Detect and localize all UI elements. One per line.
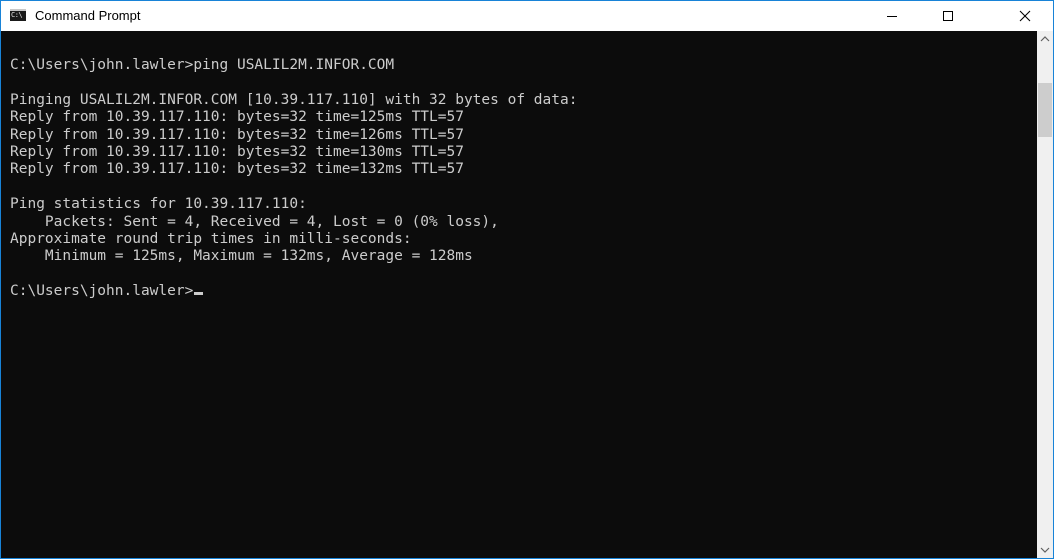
console-line: Minimum = 125ms, Maximum = 132ms, Averag… [10, 248, 473, 265]
console-line: Reply from 10.39.117.110: bytes=32 time=… [10, 109, 464, 126]
maximize-button[interactable] [925, 1, 971, 31]
command-prompt-window: C:\ Command Prompt C:\Users\john.lawler>… [0, 0, 1054, 559]
cmd-icon-label: C:\ [11, 11, 23, 19]
console-prompt: C:\Users\john.lawler> [10, 283, 194, 300]
console-line: Reply from 10.39.117.110: bytes=32 time=… [10, 161, 464, 178]
vertical-scrollbar[interactable] [1037, 31, 1053, 558]
window-title: Command Prompt [35, 8, 141, 23]
console-line: Approximate round trip times in milli-se… [10, 230, 412, 247]
console-line: Ping statistics for 10.39.117.110: [10, 196, 307, 213]
maximize-icon [943, 11, 953, 21]
console-line: Reply from 10.39.117.110: bytes=32 time=… [10, 143, 464, 160]
console-output[interactable]: C:\Users\john.lawler>ping USALIL2M.INFOR… [10, 57, 577, 300]
minimize-icon [887, 16, 897, 17]
text-cursor [194, 292, 204, 296]
scroll-thumb[interactable] [1038, 83, 1052, 137]
minimize-button[interactable] [869, 1, 915, 31]
cmd-icon[interactable]: C:\ [10, 9, 26, 21]
console-line: C:\Users\john.lawler>ping USALIL2M.INFOR… [10, 57, 395, 73]
scroll-up-arrow-icon[interactable] [1037, 31, 1053, 48]
close-button[interactable] [1001, 1, 1047, 31]
close-icon [1019, 10, 1031, 22]
scroll-down-arrow-icon[interactable] [1037, 541, 1053, 558]
console-prompt-line[interactable]: C:\Users\john.lawler> [10, 283, 577, 300]
console-line: Packets: Sent = 4, Received = 4, Lost = … [10, 213, 499, 230]
title-bar[interactable]: C:\ Command Prompt [1, 1, 1053, 31]
console-line: Pinging USALIL2M.INFOR.COM [10.39.117.11… [10, 91, 578, 108]
console-line: Reply from 10.39.117.110: bytes=32 time=… [10, 126, 464, 143]
